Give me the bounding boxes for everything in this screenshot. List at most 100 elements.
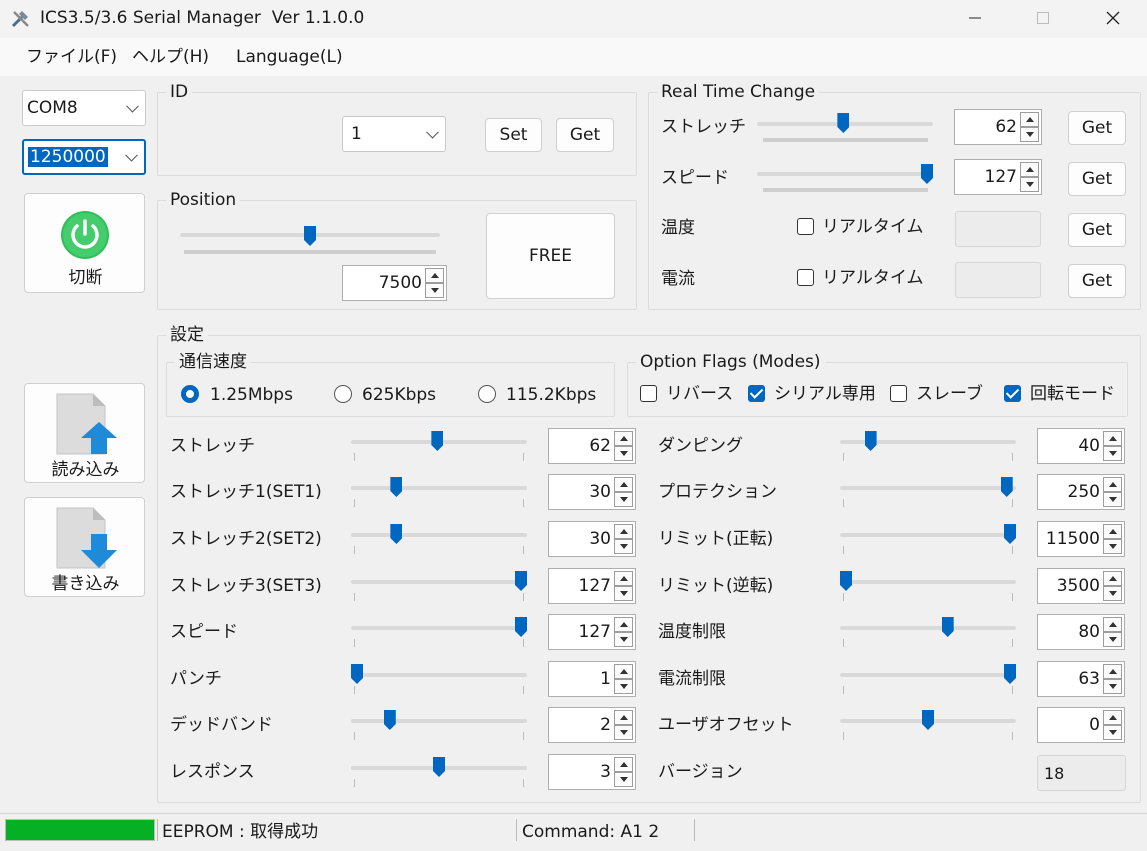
spin-up-icon[interactable]: [1103, 524, 1122, 539]
param-spinner[interactable]: 2: [548, 707, 636, 743]
spin-up-icon[interactable]: [1020, 162, 1039, 177]
radio-1-25mbps[interactable]: [181, 385, 199, 403]
spin-up-icon[interactable]: [1103, 571, 1122, 586]
spin-up-icon[interactable]: [1103, 617, 1122, 632]
param-label: レスポンス: [170, 762, 255, 782]
param-value: 30: [589, 529, 611, 549]
comm-speed-title: 通信速度: [175, 351, 251, 373]
rt-speed-value: 127: [984, 167, 1017, 187]
spin-down-icon[interactable]: [614, 632, 633, 647]
id-select[interactable]: 1: [342, 116, 446, 152]
spin-down-icon[interactable]: [614, 679, 633, 694]
param-label: リミット(逆転): [658, 576, 774, 596]
write-button[interactable]: 書き込み: [24, 497, 145, 597]
slave-checkbox[interactable]: [890, 385, 907, 402]
spin-up-icon[interactable]: [1103, 477, 1122, 492]
maximize-button[interactable]: [1020, 0, 1066, 36]
rt-current-checkbox[interactable]: [797, 269, 814, 286]
spin-down-icon[interactable]: [614, 725, 633, 740]
spin-up-icon[interactable]: [1103, 431, 1122, 446]
spin-up-icon[interactable]: [1020, 112, 1039, 127]
param-spinner[interactable]: 0: [1037, 707, 1125, 743]
param-spinner[interactable]: 3: [548, 754, 636, 790]
spin-down-icon[interactable]: [1103, 586, 1122, 601]
spin-up-icon[interactable]: [614, 757, 633, 772]
param-slider-ticks: [354, 593, 524, 601]
rt-speed-scale: [763, 188, 928, 192]
spin-up-icon[interactable]: [614, 710, 633, 725]
param-value: 0: [1089, 715, 1100, 735]
baud-select[interactable]: 1250000: [22, 139, 146, 175]
rt-stretch-get-button[interactable]: Get: [1068, 111, 1126, 145]
spin-down-icon[interactable]: [1103, 492, 1122, 507]
spin-down-icon[interactable]: [614, 586, 633, 601]
port-select[interactable]: COM8: [22, 90, 146, 126]
serial-only-checkbox[interactable]: [748, 385, 765, 402]
param-slider-track: [351, 580, 527, 584]
menu-help[interactable]: ヘルプ(H): [132, 45, 209, 69]
param-spinner[interactable]: 250: [1037, 474, 1125, 510]
spin-up-icon[interactable]: [614, 571, 633, 586]
status-divider: [694, 819, 695, 841]
rt-current-get-button[interactable]: Get: [1068, 264, 1126, 298]
minimize-button[interactable]: [952, 0, 998, 36]
id-get-button[interactable]: Get: [556, 118, 614, 152]
param-spinner[interactable]: 40: [1037, 428, 1125, 464]
reverse-checkbox[interactable]: [640, 385, 657, 402]
close-button[interactable]: [1090, 0, 1136, 36]
param-value: 11500: [1045, 529, 1100, 549]
spin-up-icon[interactable]: [614, 664, 633, 679]
baud-value: 1250000: [28, 147, 108, 167]
rotation-mode-checkbox[interactable]: [1004, 385, 1021, 402]
rt-temp-get-button[interactable]: Get: [1068, 213, 1126, 247]
param-spinner[interactable]: 11500: [1037, 521, 1125, 557]
spin-up-icon[interactable]: [614, 477, 633, 492]
rt-speed-get-button[interactable]: Get: [1068, 162, 1126, 196]
spin-down-icon[interactable]: [425, 283, 444, 298]
radio-115-2kbps[interactable]: [478, 385, 496, 403]
param-spinner[interactable]: 30: [548, 474, 636, 510]
spin-down-icon[interactable]: [1020, 127, 1039, 142]
free-button[interactable]: FREE: [486, 213, 615, 299]
position-spinner[interactable]: 7500: [342, 265, 447, 301]
progress-fill: [6, 820, 154, 840]
param-spinner[interactable]: 1: [548, 661, 636, 697]
spin-down-icon[interactable]: [1020, 177, 1039, 192]
spin-up-icon[interactable]: [614, 431, 633, 446]
read-button[interactable]: 読み込み: [24, 383, 145, 483]
spin-down-icon[interactable]: [1103, 539, 1122, 554]
disconnect-button[interactable]: 切断: [24, 193, 145, 293]
id-set-button[interactable]: Set: [485, 118, 542, 152]
rt-stretch-spinner[interactable]: 62: [954, 109, 1042, 145]
version-label: バージョン: [658, 762, 743, 782]
spin-up-icon[interactable]: [425, 268, 444, 283]
spin-down-icon[interactable]: [1103, 725, 1122, 740]
spin-down-icon[interactable]: [1103, 679, 1122, 694]
rt-speed-spinner[interactable]: 127: [954, 159, 1042, 195]
spin-up-icon[interactable]: [1103, 710, 1122, 725]
spin-down-icon[interactable]: [1103, 446, 1122, 461]
spin-down-icon[interactable]: [614, 446, 633, 461]
slave-label: スレーブ: [916, 384, 983, 404]
param-spinner[interactable]: 80: [1037, 614, 1125, 650]
param-spinner[interactable]: 63: [1037, 661, 1125, 697]
spin-up-icon[interactable]: [614, 617, 633, 632]
radio-625kbps[interactable]: [334, 385, 352, 403]
spin-down-icon[interactable]: [614, 539, 633, 554]
version-value: 18: [1037, 755, 1126, 791]
window-title: ICS3.5/3.6 Serial Manager Ver 1.1.0.0: [40, 8, 365, 28]
spin-down-icon[interactable]: [1103, 632, 1122, 647]
spin-up-icon[interactable]: [614, 524, 633, 539]
param-spinner[interactable]: 62: [548, 428, 636, 464]
spin-up-icon[interactable]: [1103, 664, 1122, 679]
menu-file[interactable]: ファイル(F): [26, 45, 117, 69]
param-spinner[interactable]: 30: [548, 521, 636, 557]
param-label: 温度制限: [658, 622, 726, 642]
spin-down-icon[interactable]: [614, 772, 633, 787]
param-spinner[interactable]: 127: [548, 568, 636, 604]
param-spinner[interactable]: 127: [548, 614, 636, 650]
spin-down-icon[interactable]: [614, 492, 633, 507]
param-spinner[interactable]: 3500: [1037, 568, 1125, 604]
rt-temp-checkbox[interactable]: [797, 218, 814, 235]
menu-language[interactable]: Language(L): [236, 45, 343, 69]
